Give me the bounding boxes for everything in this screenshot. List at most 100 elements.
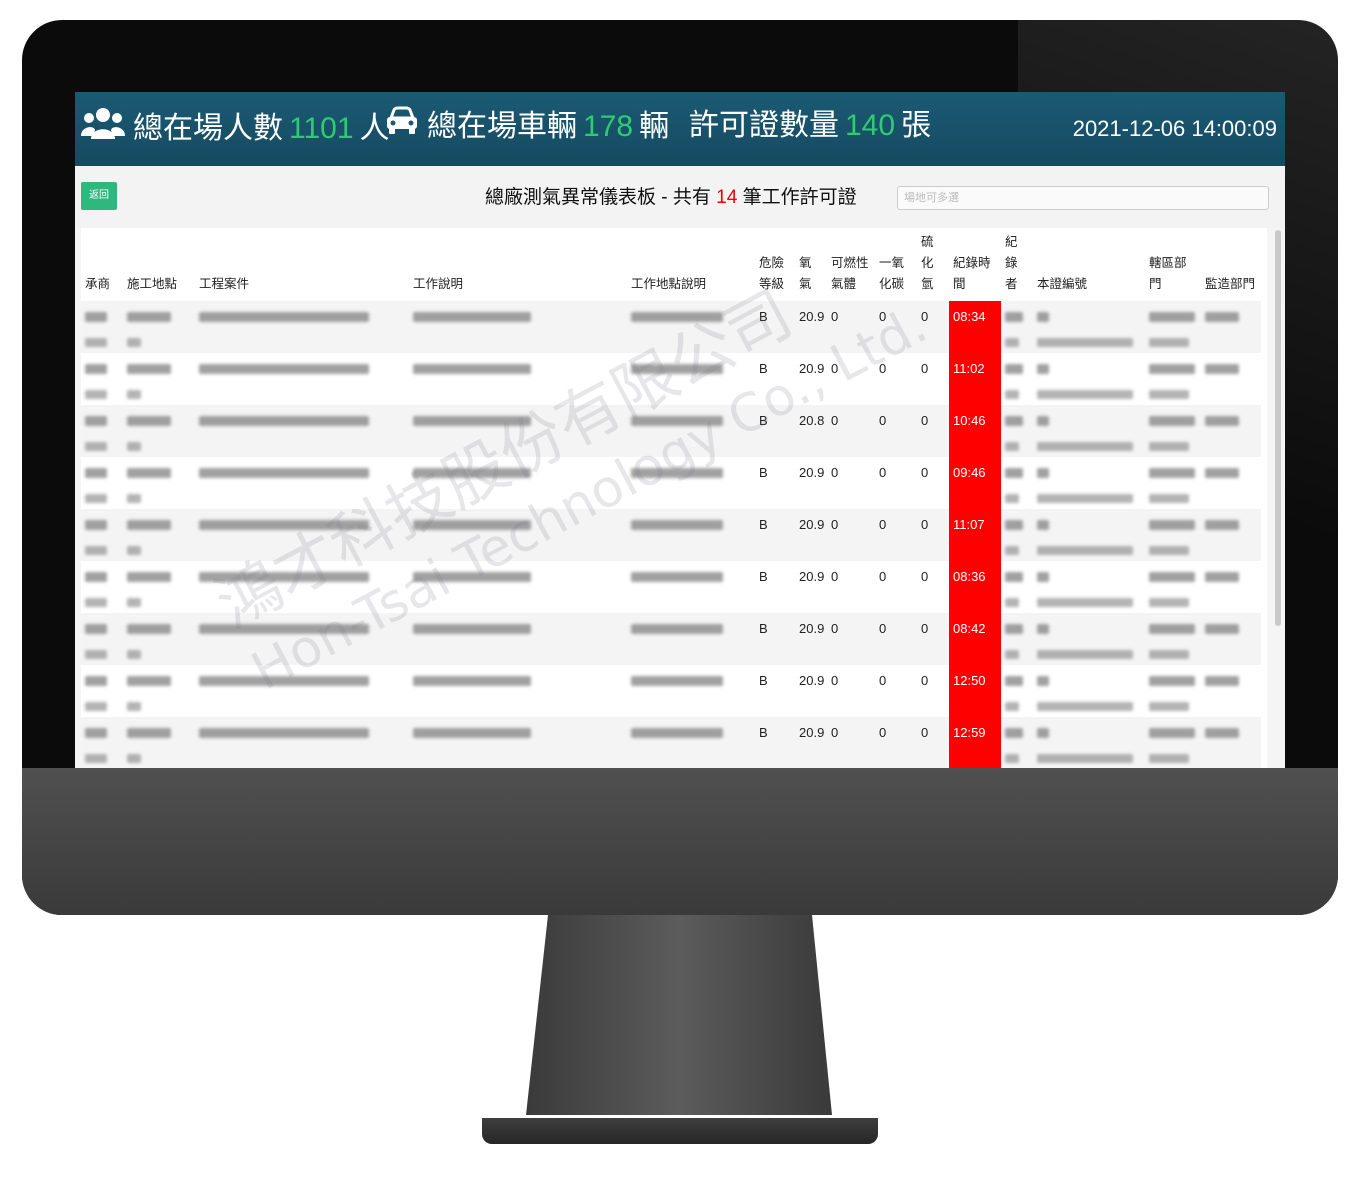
redacted-cell: [627, 665, 755, 717]
h2s-cell: 0: [917, 665, 949, 717]
redacted-cell: [1001, 561, 1033, 613]
col-co[interactable]: 一氧化碳: [875, 228, 917, 301]
table-row[interactable]: B 20.9 0 0 0 08:34: [81, 301, 1261, 353]
back-button[interactable]: 返回: [81, 182, 117, 210]
redacted-cell: [1033, 405, 1145, 457]
col-flammable[interactable]: 可燃性氣體: [827, 228, 875, 301]
redacted-cell: [627, 353, 755, 405]
redacted-cell: [1201, 509, 1261, 561]
table-row[interactable]: B 20.9 0 0 0 08:36: [81, 561, 1261, 613]
permit-unit: 張: [901, 109, 932, 142]
co-cell: 0: [875, 665, 917, 717]
h2s-cell: 0: [917, 405, 949, 457]
permit-alert-count: 14: [716, 187, 738, 208]
redacted-cell: [81, 405, 123, 457]
vehicle-unit: 輛: [639, 109, 670, 143]
table-row[interactable]: B 20.8 0 0 0 10:46: [81, 405, 1261, 457]
hazard-cell: B: [755, 457, 795, 509]
redacted-cell: [123, 561, 195, 613]
hazard-cell: B: [755, 353, 795, 405]
co-cell: 0: [875, 353, 917, 405]
h2s-cell: 0: [917, 301, 949, 353]
redacted-cell: [1145, 613, 1201, 665]
table-row[interactable]: B 20.9 0 0 0 08:42: [81, 613, 1261, 665]
col-supervisor[interactable]: 監造部門: [1201, 228, 1261, 301]
vehicle-label: 總在場車輛: [427, 109, 577, 143]
col-site[interactable]: 施工地點: [123, 228, 195, 301]
col-contractor[interactable]: 承商: [81, 228, 123, 301]
redacted-cell: [1001, 301, 1033, 353]
flammable-cell: 0: [827, 457, 875, 509]
hazard-cell: B: [755, 717, 795, 768]
table-scrollbar[interactable]: [1275, 230, 1281, 626]
h2s-cell: 0: [917, 353, 949, 405]
oxygen-cell: 20.8: [795, 405, 827, 457]
page-title: 總廠測氣異常儀表板 - 共有 14 筆工作許可證: [485, 182, 857, 209]
redacted-cell: [1145, 405, 1201, 457]
gas-alert-table-container: 承商 施工地點 工程案件 工作說明 工作地點說明 危險等級 氧氣 可燃性氣體 一…: [81, 228, 1267, 768]
table-header-row: 承商 施工地點 工程案件 工作說明 工作地點說明 危險等級 氧氣 可燃性氣體 一…: [81, 228, 1261, 301]
redacted-cell: [1033, 509, 1145, 561]
oxygen-cell: 20.9: [795, 509, 827, 561]
monitor-base: [482, 1118, 878, 1144]
col-oxygen[interactable]: 氧氣: [795, 228, 827, 301]
record-time-cell: 08:34: [949, 301, 1001, 353]
redacted-cell: [627, 561, 755, 613]
table-row[interactable]: B 20.9 0 0 0 11:02: [81, 353, 1261, 405]
col-cert-no[interactable]: 本證編號: [1033, 228, 1145, 301]
redacted-cell: [123, 353, 195, 405]
redacted-cell: [195, 717, 409, 768]
page-title-suffix: 筆工作許可證: [742, 187, 857, 208]
flammable-cell: 0: [827, 509, 875, 561]
col-rec-time[interactable]: 紀錄時間: [949, 228, 1001, 301]
co-cell: 0: [875, 717, 917, 768]
redacted-cell: [195, 405, 409, 457]
oxygen-cell: 20.9: [795, 457, 827, 509]
table-row[interactable]: B 20.9 0 0 0 09:46: [81, 457, 1261, 509]
redacted-cell: [1201, 717, 1261, 768]
people-stat: 總在場人數 1101 人: [81, 106, 390, 151]
table-row[interactable]: B 20.9 0 0 0 12:59: [81, 717, 1261, 768]
table-row[interactable]: B 20.9 0 0 0 12:50: [81, 665, 1261, 717]
co-cell: 0: [875, 457, 917, 509]
users-icon: [81, 106, 133, 151]
col-hazard[interactable]: 危險等級: [755, 228, 795, 301]
site-filter-select[interactable]: 場地可多選: [897, 186, 1269, 210]
h2s-cell: 0: [917, 717, 949, 768]
redacted-cell: [627, 405, 755, 457]
redacted-cell: [1033, 613, 1145, 665]
h2s-cell: 0: [917, 509, 949, 561]
gas-alert-table: 承商 施工地點 工程案件 工作說明 工作地點說明 危險等級 氧氣 可燃性氣體 一…: [81, 228, 1261, 768]
redacted-cell: [1145, 457, 1201, 509]
col-dept[interactable]: 轄區部門: [1145, 228, 1201, 301]
col-recorder[interactable]: 紀錄者: [1001, 228, 1033, 301]
redacted-cell: [1145, 509, 1201, 561]
redacted-cell: [81, 353, 123, 405]
oxygen-cell: 20.9: [795, 613, 827, 665]
vehicle-count: 178: [583, 109, 634, 143]
flammable-cell: 0: [827, 665, 875, 717]
table-row[interactable]: B 20.9 0 0 0 11:07: [81, 509, 1261, 561]
col-work-desc[interactable]: 工作說明: [409, 228, 627, 301]
header-bar: 總在場人數 1101 人 總在場車輛 178 輛 許可證數量 140 張 202…: [75, 92, 1285, 166]
col-project[interactable]: 工程案件: [195, 228, 409, 301]
flammable-cell: 0: [827, 717, 875, 768]
vehicle-stat: 總在場車輛 178 輛: [385, 106, 669, 147]
flammable-cell: 0: [827, 301, 875, 353]
redacted-cell: [1001, 353, 1033, 405]
record-time-cell: 08:36: [949, 561, 1001, 613]
redacted-cell: [1201, 457, 1261, 509]
oxygen-cell: 20.9: [795, 301, 827, 353]
monitor-stand: [526, 915, 832, 1115]
redacted-cell: [195, 353, 409, 405]
hazard-cell: B: [755, 613, 795, 665]
screen: 總在場人數 1101 人 總在場車輛 178 輛 許可證數量 140 張 202…: [75, 92, 1285, 768]
flammable-cell: 0: [827, 561, 875, 613]
col-site-desc[interactable]: 工作地點說明: [627, 228, 755, 301]
col-h2s[interactable]: 硫化氫: [917, 228, 949, 301]
oxygen-cell: 20.9: [795, 353, 827, 405]
h2s-cell: 0: [917, 613, 949, 665]
redacted-cell: [1001, 613, 1033, 665]
redacted-cell: [123, 665, 195, 717]
redacted-cell: [123, 509, 195, 561]
